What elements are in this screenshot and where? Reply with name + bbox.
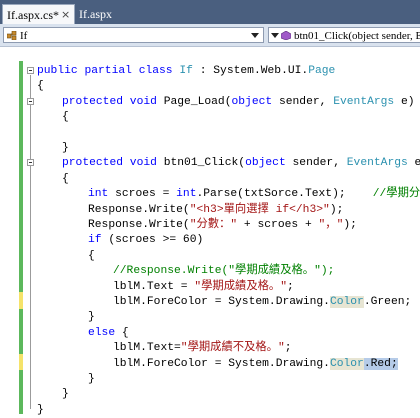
code-token: scroes = — [108, 188, 177, 200]
keyword: else — [88, 327, 116, 339]
code-token: btn01_Click( — [156, 157, 246, 169]
code-line: else { — [88, 325, 129, 341]
code-token: .Green; — [363, 296, 412, 308]
saved-change-bar — [19, 61, 23, 292]
tab-label: If.aspx.cs* — [7, 8, 59, 22]
code-line: { — [37, 80, 44, 92]
close-icon[interactable]: × — [61, 5, 70, 25]
code-line: protected void btn01_Click(object sender… — [62, 155, 420, 171]
unsaved-change-bar — [19, 292, 23, 309]
tab-if-aspx-cs[interactable]: If.aspx.cs* × — [2, 4, 75, 24]
code-token: Response.Write( — [88, 219, 190, 231]
comment: //學期分數 — [372, 188, 420, 200]
code-token: lblM.ForeColor = System.Drawing. — [113, 296, 330, 308]
code-line: { — [88, 250, 95, 262]
keyword: int — [88, 188, 109, 200]
saved-change-bar — [19, 370, 23, 414]
type-name: Color — [329, 296, 364, 308]
comment: //Response.Write("學期成績及格。"); — [113, 265, 335, 277]
navigation-bar: If btn01_Click(object sender, Even — [0, 24, 420, 47]
code-token: : System.Web.UI. — [192, 65, 309, 77]
string-literal: "，" — [318, 219, 344, 231]
code-line: lblM.Text = "學期成績及格。"; — [113, 279, 294, 295]
type-name: If — [179, 65, 193, 77]
code-line: lblM.ForeColor = System.Drawing.Color.Re… — [113, 356, 398, 372]
string-literal: "學期成績及格。" — [194, 281, 287, 293]
saved-change-bar — [19, 309, 23, 354]
class-dropdown-value: If — [20, 30, 28, 42]
code-line: lblM.ForeColor = System.Drawing.Color.Gr… — [113, 294, 411, 310]
code-token: e) — [414, 157, 420, 169]
code-token: lblM.Text= — [113, 342, 181, 354]
code-line: lblM.Text="學期成績不及格。"; — [113, 340, 292, 356]
keyword: if — [88, 234, 102, 246]
code-token: sender, — [272, 96, 334, 108]
collapse-icon[interactable] — [27, 98, 34, 105]
code-token: + scroes + — [237, 219, 319, 231]
code-line: public partial class If : System.Web.UI.… — [37, 63, 335, 79]
code-line: } — [88, 373, 95, 385]
code-line: //Response.Write("學期成績及格。"); — [113, 263, 334, 279]
keyword: public partial class — [37, 65, 173, 77]
code-line: { — [62, 111, 69, 123]
code-token: lblM.Text = — [113, 281, 195, 293]
class-dropdown[interactable]: If — [3, 27, 264, 43]
code-line: } — [62, 142, 69, 154]
code-token: e) — [394, 96, 415, 108]
code-token: .Parse(txtSorce.Text); — [196, 188, 373, 200]
member-dropdown-value: btn01_Click(object sender, Even — [294, 30, 420, 42]
selected-text: .Red; — [363, 358, 398, 370]
chevron-down-icon — [271, 33, 279, 38]
code-line: Response.Write("分數：" + scroes + "，"); — [88, 217, 357, 233]
code-token: lblM.ForeColor = System.Drawing. — [113, 358, 330, 370]
keyword: protected void — [62, 157, 157, 169]
code-editor[interactable]: public partial class If : System.Web.UI.… — [0, 47, 420, 418]
type-name: EventArgs — [346, 157, 408, 169]
tab-label: If.aspx — [79, 7, 112, 21]
code-line: int scroes = int.Parse(txtSorce.Text); /… — [88, 186, 420, 202]
code-token: sender, — [285, 157, 347, 169]
code-token: Response.Write( — [88, 204, 190, 216]
code-line: } — [88, 311, 95, 323]
code-line: Response.Write("<h3>單向選擇 if</h3>"); — [88, 202, 343, 218]
member-dropdown[interactable]: btn01_Click(object sender, Even — [268, 27, 420, 43]
code-token: Page_Load( — [156, 96, 232, 108]
keyword: protected void — [62, 96, 157, 108]
code-token: ; — [287, 281, 294, 293]
code-token: { — [115, 327, 129, 339]
type-name: Page — [308, 65, 336, 77]
code-token: (scroes >= 60) — [101, 234, 204, 246]
collapse-icon[interactable] — [27, 159, 34, 166]
code-line: } — [37, 404, 44, 416]
editor-gutter — [0, 47, 20, 418]
type-name: EventArgs — [333, 96, 395, 108]
code-line: if (scroes >= 60) — [88, 232, 203, 248]
string-literal: "<h3>單向選擇 if</h3>" — [189, 204, 330, 216]
document-tab-strip: If.aspx.cs* × If.aspx — [0, 0, 420, 25]
string-literal: "學期成績不及格。" — [180, 342, 285, 354]
unsaved-change-bar — [19, 354, 23, 370]
outline-guide — [30, 75, 31, 409]
collapse-icon[interactable] — [27, 67, 34, 74]
class-icon — [7, 31, 17, 40]
chevron-down-icon — [251, 33, 259, 38]
tab-if-aspx[interactable]: If.aspx — [75, 4, 121, 24]
string-literal: "分數：" — [189, 219, 238, 231]
code-token: ; — [284, 342, 292, 354]
code-token: ); — [343, 219, 357, 231]
keyword: object — [245, 157, 286, 169]
code-token: ); — [329, 204, 344, 216]
keyword: object — [231, 96, 273, 108]
code-line: } — [62, 388, 69, 400]
code-line: { — [62, 173, 69, 185]
method-icon — [281, 31, 291, 40]
code-line: protected void Page_Load(object sender, … — [62, 94, 415, 110]
type-name: Color — [329, 358, 364, 370]
keyword: int — [176, 188, 197, 200]
